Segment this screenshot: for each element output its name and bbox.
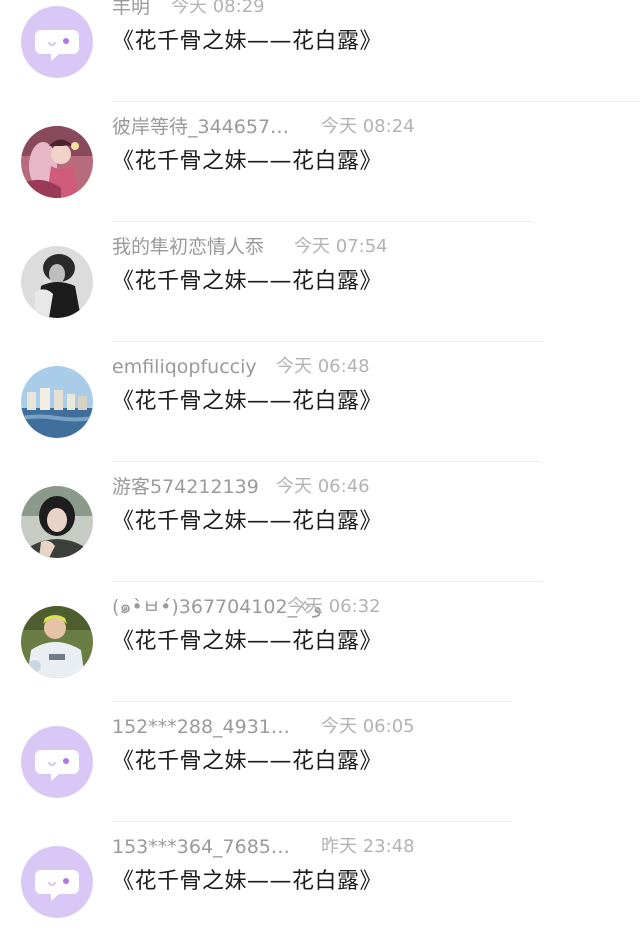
comment-item[interactable]: 彼岸等待_344657… 今天 08:24 《花千骨之妹——花白露》: [0, 102, 640, 222]
avatar[interactable]: [21, 126, 93, 198]
username[interactable]: 彼岸等待_344657…: [112, 114, 289, 140]
comment-text: 《花千骨之妹——花白露》: [112, 869, 383, 894]
avatar[interactable]: [21, 726, 93, 798]
timestamp: 今天 06:05: [321, 716, 415, 737]
timestamp: 今天 08:29: [171, 0, 265, 17]
chat-bubble-icon: [21, 6, 93, 78]
costume-photo-avatar: [21, 126, 93, 198]
comment-item[interactable]: (๑•̀ㅂ•́)و✧_367704102 今天 06:32 《花千骨之妹——花白…: [0, 582, 640, 702]
chat-bubble-icon: [21, 846, 93, 918]
comment-text: 《花千骨之妹——花白露》: [112, 749, 383, 774]
comment-text: 《花千骨之妹——花白露》: [112, 509, 383, 534]
girl-portrait-avatar: [21, 486, 93, 558]
username[interactable]: 153***364_7685…: [112, 834, 290, 860]
boy-hoodie-avatar: [21, 606, 93, 678]
timestamp: 今天 06:46: [276, 476, 370, 497]
comment-text: 《花千骨之妹——花白露》: [112, 29, 383, 54]
comment-item[interactable]: 152***288_4931… 今天 06:05 《花千骨之妹——花白露》: [0, 702, 640, 822]
timestamp: 今天 06:32: [287, 596, 381, 617]
avatar[interactable]: [21, 606, 93, 678]
avatar[interactable]: [21, 366, 93, 438]
comment-text: 《花千骨之妹——花白露》: [112, 149, 383, 174]
username[interactable]: 游客574212139: [112, 474, 259, 500]
username[interactable]: 152***288_4931…: [112, 714, 290, 740]
comment-item[interactable]: 游客574212139 今天 06:46 《花千骨之妹——花白露》: [0, 462, 640, 582]
timestamp: 今天 07:54: [294, 236, 388, 257]
comment-text: 《花千骨之妹——花白露》: [112, 389, 383, 414]
bw-portrait-avatar: [21, 246, 93, 318]
avatar[interactable]: [21, 246, 93, 318]
comment-item[interactable]: 丰明 今天 08:29 《花千骨之妹——花白露》: [0, 0, 640, 102]
comment-list: 丰明 今天 08:29 《花千骨之妹——花白露》 彼岸等待_344657… 今天…: [0, 0, 640, 933]
timestamp: 昨天 23:48: [321, 836, 415, 857]
comment-item[interactable]: 153***364_7685… 昨天 23:48 《花千骨之妹——花白露》: [0, 822, 640, 942]
avatar[interactable]: [21, 486, 93, 558]
timestamp: 今天 06:48: [276, 356, 370, 377]
comment-text: 《花千骨之妹——花白露》: [112, 269, 383, 294]
comment-item[interactable]: 我的隼初恋情人忝 今天 07:54 《花千骨之妹——花白露》: [0, 222, 640, 342]
city-skyline-avatar: [21, 366, 93, 438]
username[interactable]: emfiliqopfucciy: [112, 354, 257, 380]
comment-item[interactable]: emfiliqopfucciy 今天 06:48 《花千骨之妹——花白露》: [0, 342, 640, 462]
avatar[interactable]: [21, 846, 93, 918]
username[interactable]: 我的隼初恋情人忝: [112, 234, 264, 260]
chat-bubble-icon: [21, 726, 93, 798]
timestamp: 今天 08:24: [321, 116, 415, 137]
username[interactable]: 丰明: [112, 0, 150, 20]
avatar[interactable]: [21, 6, 93, 78]
comment-text: 《花千骨之妹——花白露》: [112, 629, 383, 654]
